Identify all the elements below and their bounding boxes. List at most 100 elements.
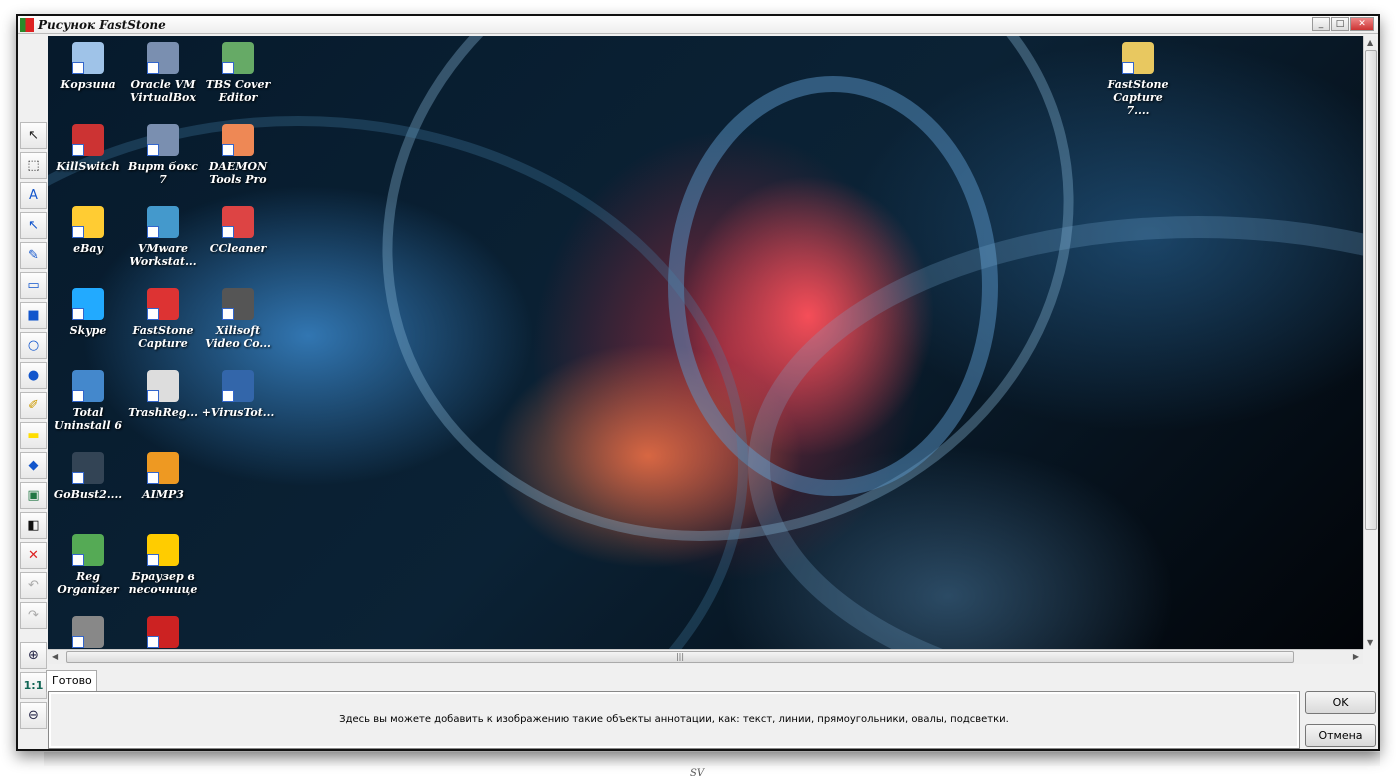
yellow-fill-tool[interactable]: ▬ bbox=[20, 422, 47, 449]
desktop-icon-label: Вирт бокс 7 bbox=[125, 160, 201, 186]
desktop-icon[interactable]: FastStone Capture bbox=[125, 288, 201, 350]
watermark-tool[interactable]: ◧ bbox=[20, 512, 47, 539]
desktop-icon-label: AIMP3 bbox=[125, 488, 201, 501]
horizontal-scrollbar[interactable]: ◀ ||| ▶ bbox=[48, 649, 1363, 664]
desktop-icon[interactable]: Skype bbox=[50, 288, 126, 337]
desktop-icon-label: FastStone Capture 7.... bbox=[1100, 78, 1176, 117]
app-icon bbox=[147, 534, 179, 566]
zoom-out-button[interactable]: ⊖ bbox=[20, 702, 47, 729]
desktop-icon[interactable] bbox=[125, 616, 201, 649]
desktop-icon-label: Корзина bbox=[50, 78, 126, 91]
desktop-icon[interactable]: GoBust2.... bbox=[50, 452, 126, 501]
app-icon bbox=[147, 288, 179, 320]
desktop-icon-label: Skype bbox=[50, 324, 126, 337]
desktop-icon-label: VMware Workstat... bbox=[125, 242, 201, 268]
desktop-icon[interactable]: Total Uninstall 6 bbox=[50, 370, 126, 432]
undo-tool[interactable]: ↶ bbox=[20, 572, 47, 599]
redo-tool[interactable]: ↷ bbox=[20, 602, 47, 629]
actual-size-button[interactable]: 1:1 bbox=[20, 672, 47, 699]
desktop-icon-label: KillSwitch bbox=[50, 160, 126, 173]
desktop-icon[interactable]: Xilisoft Video Co... bbox=[200, 288, 276, 350]
desktop-icon[interactable]: CCleaner bbox=[200, 206, 276, 255]
watermark: SV bbox=[690, 768, 704, 779]
desktop-icon[interactable]: Браузер в песочнице bbox=[125, 534, 201, 596]
app-logo-icon bbox=[20, 18, 34, 32]
horizontal-scroll-thumb[interactable]: ||| bbox=[66, 651, 1294, 663]
desktop-icon-label: FastStone Capture bbox=[125, 324, 201, 350]
app-icon bbox=[147, 370, 179, 402]
app-icon bbox=[72, 288, 104, 320]
desktop-icon-label: Xilisoft Video Co... bbox=[200, 324, 276, 350]
faststone-draw-window: Рисунок FastStone _ □ ✕ ↖ ⬚ A ↖ ✎ ▭ ■ ○ ● ✐ ▬ ◆ ▣ ◧ ✕ ↶… bbox=[16, 14, 1380, 751]
ok-button[interactable]: OK bbox=[1305, 691, 1376, 714]
app-icon bbox=[222, 288, 254, 320]
desktop-icon[interactable]: VMware Workstat... bbox=[125, 206, 201, 268]
desktop-icon[interactable]: Oracle VM VirtualBox bbox=[125, 42, 201, 104]
maximize-button[interactable]: □ bbox=[1331, 17, 1349, 31]
highlighter-tool[interactable]: ✐ bbox=[20, 392, 47, 419]
desktop-icon[interactable]: eBay bbox=[50, 206, 126, 255]
pen-tool[interactable]: ✎ bbox=[20, 242, 47, 269]
filled-ellipse-tool[interactable]: ● bbox=[20, 362, 47, 389]
status-tab[interactable]: Готово bbox=[46, 670, 97, 692]
desktop-icon-label: Reg Organizer bbox=[50, 570, 126, 596]
text-tool[interactable]: A bbox=[20, 182, 47, 209]
desktop-icon[interactable]: Корзина bbox=[50, 42, 126, 91]
desktop-icon-label: Браузер в песочнице bbox=[125, 570, 201, 596]
zoom-in-button[interactable]: ⊕ bbox=[20, 642, 47, 669]
desktop-icon-label: TrashReg... bbox=[125, 406, 201, 419]
app-icon bbox=[72, 206, 104, 238]
app-icon bbox=[1122, 42, 1154, 74]
annotation-toolbar: ↖ ⬚ A ↖ ✎ ▭ ■ ○ ● ✐ ▬ ◆ ▣ ◧ ✕ ↶ ↷ ⊕ 1:1 ⊖ bbox=[19, 36, 48, 749]
hint-panel: Здесь вы можете добавить к изображению т… bbox=[48, 691, 1300, 749]
minimize-button[interactable]: _ bbox=[1312, 17, 1330, 31]
image-canvas[interactable]: КорзинаOracle VM VirtualBoxTBS Cover Edi… bbox=[48, 36, 1363, 649]
desktop-icon-label: CCleaner bbox=[200, 242, 276, 255]
desktop-icon[interactable]: TBS Cover Editor bbox=[200, 42, 276, 104]
delete-tool[interactable]: ✕ bbox=[20, 542, 47, 569]
desktop-icon[interactable]: TrashReg... bbox=[125, 370, 201, 419]
select-tool[interactable]: ↖ bbox=[20, 122, 47, 149]
desktop-icon[interactable]: +VirusTot... bbox=[200, 370, 276, 419]
vertical-scrollbar[interactable]: ▲ ▼ bbox=[1363, 36, 1378, 649]
cancel-button[interactable]: Отмена bbox=[1305, 724, 1376, 747]
close-button[interactable]: ✕ bbox=[1350, 17, 1374, 31]
window-reflection bbox=[44, 752, 1380, 766]
title-bar: Рисунок FastStone _ □ ✕ bbox=[18, 16, 1378, 34]
ellipse-tool[interactable]: ○ bbox=[20, 332, 47, 359]
filled-rectangle-tool[interactable]: ■ bbox=[20, 302, 47, 329]
desktop-icon-label: DAEMON Tools Pro bbox=[200, 160, 276, 186]
app-icon bbox=[222, 42, 254, 74]
desktop-icon[interactable]: Вирт бокс 7 bbox=[125, 124, 201, 186]
desktop-icon[interactable]: FastStone Capture 7.... bbox=[1100, 42, 1176, 117]
desktop-icon[interactable]: KillSwitch bbox=[50, 124, 126, 173]
app-icon bbox=[72, 616, 104, 648]
app-icon bbox=[72, 42, 104, 74]
app-icon bbox=[147, 42, 179, 74]
app-icon bbox=[72, 370, 104, 402]
desktop-icon-label: Total Uninstall 6 bbox=[50, 406, 126, 432]
app-icon bbox=[222, 370, 254, 402]
vertical-scroll-thumb[interactable] bbox=[1365, 50, 1377, 530]
desktop-icon[interactable]: AIMP3 bbox=[125, 452, 201, 501]
app-icon bbox=[147, 206, 179, 238]
desktop-icon-label: TBS Cover Editor bbox=[200, 78, 276, 104]
app-icon bbox=[72, 124, 104, 156]
rectangle-tool[interactable]: ▭ bbox=[20, 272, 47, 299]
rect-select-tool[interactable]: ⬚ bbox=[20, 152, 47, 179]
desktop-icon[interactable]: DAEMON Tools Pro bbox=[200, 124, 276, 186]
window-title: Рисунок FastStone bbox=[38, 18, 166, 32]
desktop-icon-label: GoBust2.... bbox=[50, 488, 126, 501]
app-icon bbox=[222, 206, 254, 238]
fill-tool[interactable]: ◆ bbox=[20, 452, 47, 479]
app-icon bbox=[72, 452, 104, 484]
desktop-icon[interactable] bbox=[50, 616, 126, 649]
desktop-icon-label: Oracle VM VirtualBox bbox=[125, 78, 201, 104]
image-tool[interactable]: ▣ bbox=[20, 482, 47, 509]
desktop-icon[interactable]: Reg Organizer bbox=[50, 534, 126, 596]
desktop-icon-label: eBay bbox=[50, 242, 126, 255]
app-icon bbox=[147, 124, 179, 156]
arrow-tool[interactable]: ↖ bbox=[20, 212, 47, 239]
desktop-icon-label: +VirusTot... bbox=[200, 406, 276, 419]
app-icon bbox=[222, 124, 254, 156]
